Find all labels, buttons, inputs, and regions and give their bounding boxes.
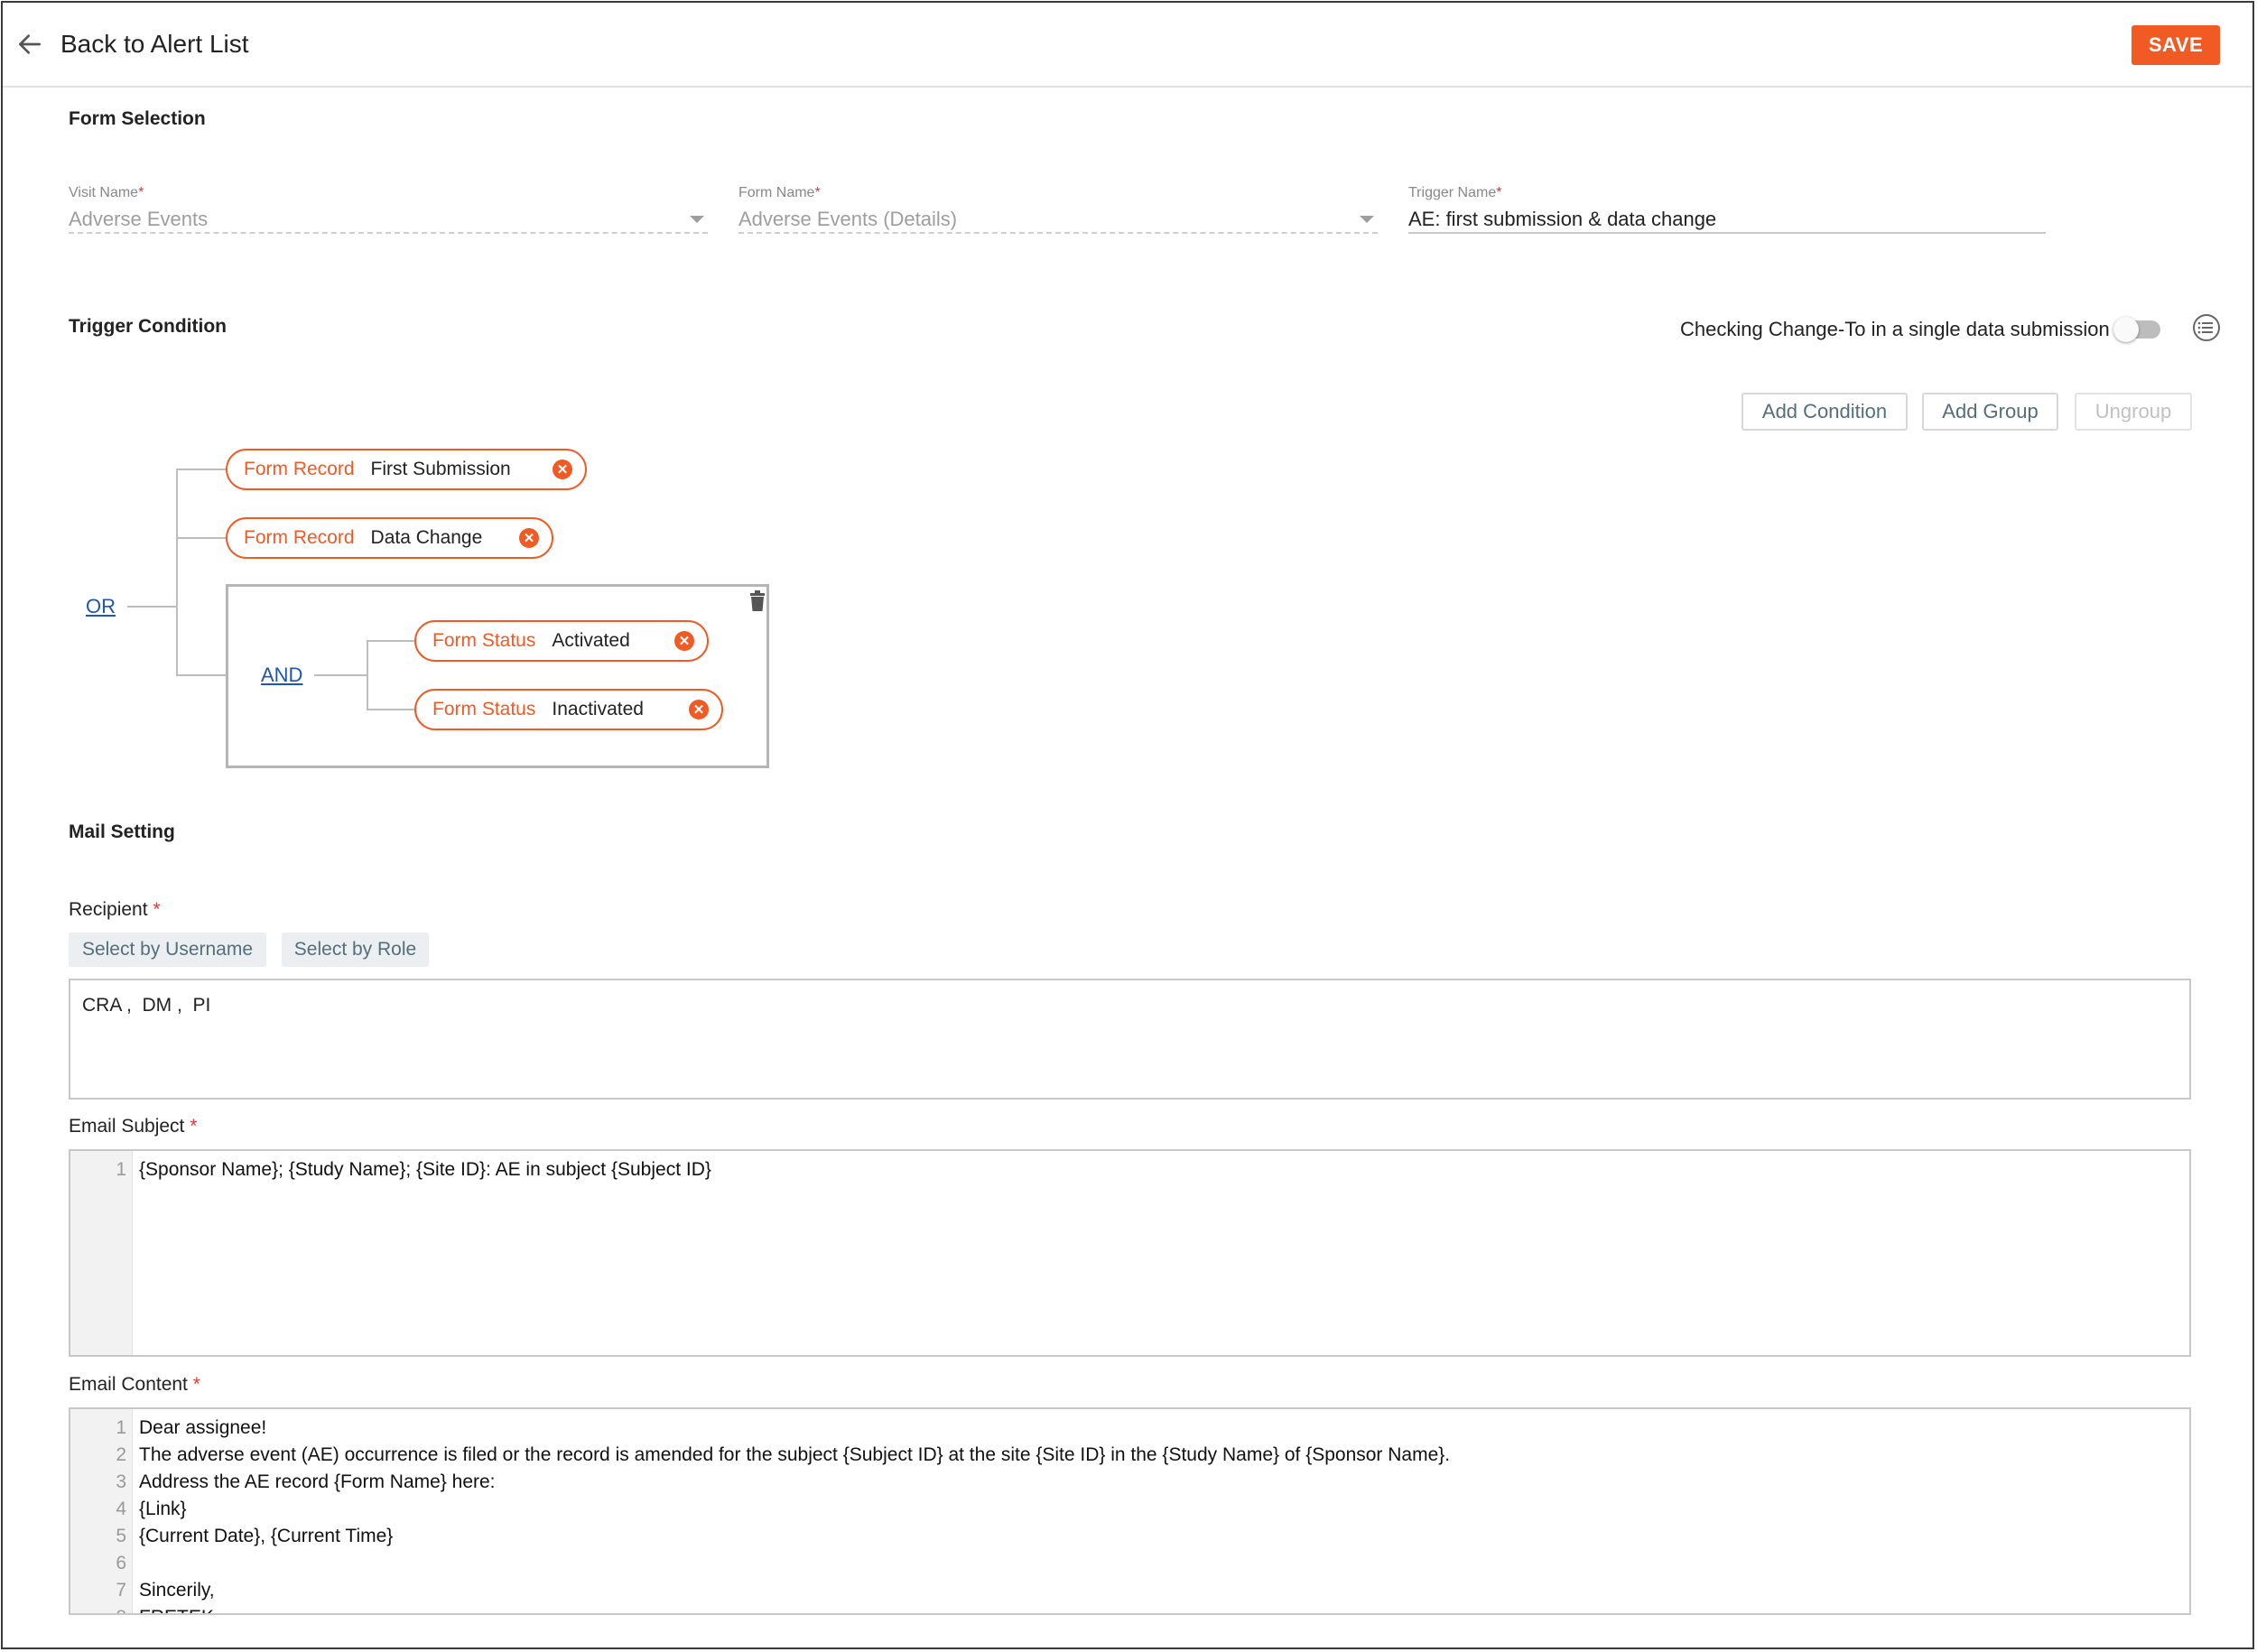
alert-editor: Back to Alert List SAVE Form Selection V… bbox=[1, 1, 2254, 1649]
line-number: 7 bbox=[116, 1580, 126, 1601]
line-number: 5 bbox=[116, 1526, 126, 1546]
content-line: {Current Date}, {Current Time} bbox=[139, 1526, 394, 1546]
condition-chip[interactable]: Form Record First Submission ✕ bbox=[226, 449, 587, 490]
form-name-label: Form Name bbox=[738, 185, 815, 200]
tree-connector bbox=[127, 606, 176, 608]
close-circle-icon[interactable]: ✕ bbox=[689, 700, 709, 719]
close-circle-icon[interactable]: ✕ bbox=[519, 528, 539, 548]
code-line: 6 bbox=[70, 1553, 2189, 1580]
and-operator-toggle[interactable]: AND bbox=[261, 664, 302, 687]
arrow-left-icon bbox=[19, 34, 41, 54]
recipient-label: Recipient * bbox=[69, 899, 161, 920]
top-bar: Back to Alert List SAVE bbox=[3, 3, 2252, 88]
line-number: 6 bbox=[116, 1553, 126, 1573]
select-by-role-button[interactable]: Select by Role bbox=[282, 933, 429, 967]
add-condition-button[interactable]: Add Condition bbox=[1742, 393, 1908, 431]
code-line: 4 {Link} bbox=[70, 1499, 2189, 1526]
select-by-username-button[interactable]: Select by Username bbox=[69, 933, 266, 967]
condition-chip[interactable]: Form Record Data Change ✕ bbox=[226, 517, 553, 559]
code-line: 5 {Current Date}, {Current Time} bbox=[70, 1526, 2189, 1553]
required-mark: * bbox=[192, 1374, 200, 1395]
trigger-name-label: Trigger Name bbox=[1408, 185, 1497, 200]
back-to-alert-list-link[interactable]: Back to Alert List bbox=[15, 24, 249, 64]
back-label: Back to Alert List bbox=[60, 30, 249, 58]
code-line: 8 FRETEK bbox=[70, 1607, 2189, 1613]
required-mark: * bbox=[190, 1116, 198, 1137]
line-number: 1 bbox=[116, 1159, 126, 1180]
toggle-knob[interactable] bbox=[2113, 317, 2139, 342]
line-number: 3 bbox=[116, 1471, 126, 1492]
recipient-box[interactable]: CRA , DM , PI bbox=[69, 979, 2191, 1100]
form-name-field[interactable]: Form Name* Adverse Events (Details) bbox=[738, 185, 1378, 234]
recipient-value: CRA , DM , PI bbox=[82, 995, 211, 1016]
form-selection-title: Form Selection bbox=[69, 108, 206, 129]
tree-connector bbox=[176, 537, 227, 539]
condition-value: First Submission bbox=[370, 459, 511, 479]
email-content-editor[interactable]: 1 Dear assignee! 2 The adverse event (AE) … bbox=[69, 1407, 2191, 1615]
condition-value: Inactivated bbox=[552, 699, 644, 719]
trigger-name-input[interactable]: AE: first submission & data change bbox=[1408, 207, 2046, 234]
required-mark: * bbox=[814, 185, 821, 200]
visit-name-value: Adverse Events bbox=[69, 208, 209, 230]
condition-type: Form Status bbox=[432, 699, 536, 719]
required-mark: * bbox=[138, 185, 144, 200]
change-to-toggle-label: Checking Change-To in a single data subm… bbox=[1680, 318, 2110, 340]
line-number: 8 bbox=[70, 1607, 126, 1613]
code-line: 7 Sincerily, bbox=[70, 1580, 2189, 1607]
close-circle-icon[interactable]: ✕ bbox=[674, 631, 694, 651]
trigger-name-field[interactable]: Trigger Name* AE: first submission & dat… bbox=[1408, 185, 2046, 234]
code-line: 2 The adverse event (AE) occurrence is fi… bbox=[70, 1444, 2189, 1471]
required-mark: * bbox=[153, 899, 161, 920]
line-number: 2 bbox=[116, 1444, 126, 1465]
list-settings-icon[interactable] bbox=[2191, 312, 2222, 343]
form-name-value: Adverse Events (Details) bbox=[738, 208, 958, 230]
condition-group bbox=[226, 584, 769, 768]
line-number: 4 bbox=[116, 1499, 126, 1519]
condition-chip[interactable]: Form Status Inactivated ✕ bbox=[414, 689, 723, 730]
content-line: The adverse event (AE) occurrence is fil… bbox=[139, 1444, 1451, 1465]
visit-name-select[interactable]: Adverse Events bbox=[69, 207, 708, 234]
code-line: 3 Address the AE record {Form Name} here: bbox=[70, 1471, 2189, 1499]
condition-value: Activated bbox=[552, 630, 630, 651]
form-name-select[interactable]: Adverse Events (Details) bbox=[738, 207, 1378, 234]
tree-connector bbox=[176, 674, 227, 676]
close-circle-icon[interactable]: ✕ bbox=[553, 459, 572, 479]
content-line: Sincerily, bbox=[139, 1580, 215, 1601]
chevron-down-icon bbox=[690, 216, 704, 223]
condition-chip[interactable]: Form Status Activated ✕ bbox=[414, 620, 709, 662]
trash-icon[interactable] bbox=[748, 589, 767, 613]
content-line: FRETEK bbox=[139, 1607, 214, 1613]
subject-line: {Sponsor Name}; {Study Name}; {Site ID}:… bbox=[139, 1159, 711, 1180]
tree-connector bbox=[176, 469, 227, 470]
content-line: Dear assignee! bbox=[139, 1417, 267, 1438]
ungroup-button[interactable]: Ungroup bbox=[2075, 393, 2192, 431]
tree-connector bbox=[176, 469, 178, 676]
visit-name-label: Visit Name bbox=[69, 185, 139, 200]
required-mark: * bbox=[1496, 185, 1502, 200]
mail-setting-title: Mail Setting bbox=[69, 821, 175, 842]
content-line: {Link} bbox=[139, 1499, 187, 1519]
code-line: 1 Dear assignee! bbox=[70, 1417, 2189, 1444]
tree-connector bbox=[367, 640, 368, 710]
condition-type: Form Record bbox=[244, 459, 355, 479]
trigger-condition-title: Trigger Condition bbox=[69, 316, 227, 337]
content-line: Address the AE record {Form Name} here: bbox=[139, 1471, 496, 1492]
change-to-toggle[interactable] bbox=[2113, 317, 2160, 342]
tree-connector bbox=[367, 709, 415, 710]
add-group-button[interactable]: Add Group bbox=[1922, 393, 2058, 431]
email-content-label: Email Content * bbox=[69, 1374, 200, 1395]
condition-value: Data Change bbox=[370, 527, 483, 548]
chevron-down-icon bbox=[1360, 216, 1374, 223]
tree-connector bbox=[314, 674, 367, 676]
line-number: 1 bbox=[116, 1417, 126, 1438]
or-operator-toggle[interactable]: OR bbox=[86, 595, 116, 618]
visit-name-field[interactable]: Visit Name* Adverse Events bbox=[69, 185, 708, 234]
condition-type: Form Record bbox=[244, 527, 355, 548]
code-line: 1 {Sponsor Name}; {Study Name}; {Site ID… bbox=[70, 1159, 2189, 1186]
save-button[interactable]: SAVE bbox=[2132, 25, 2220, 65]
email-subject-editor[interactable]: 1 {Sponsor Name}; {Study Name}; {Site ID… bbox=[69, 1149, 2191, 1357]
tree-connector bbox=[367, 640, 415, 642]
email-subject-label: Email Subject * bbox=[69, 1116, 198, 1137]
condition-type: Form Status bbox=[432, 630, 536, 651]
